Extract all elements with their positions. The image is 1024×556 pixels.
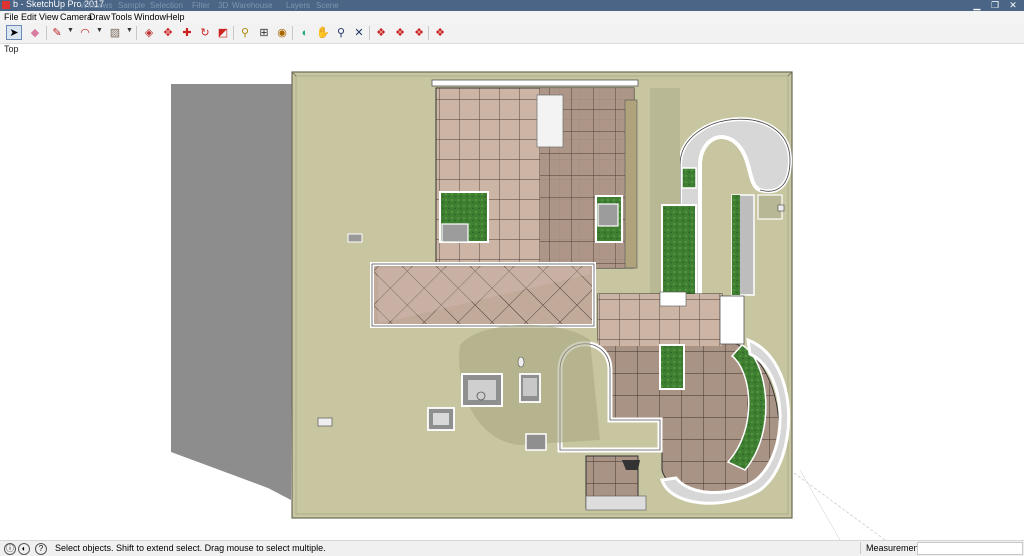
building-shadow xyxy=(171,84,293,500)
guide-line xyxy=(789,469,886,540)
floor-plan-drawing[interactable] xyxy=(0,44,1024,540)
status-bar: ⓘ ◐ ? Select objects. Shift to extend se… xyxy=(0,540,1024,556)
offset-tool-icon[interactable]: ◩ xyxy=(216,26,230,40)
measurements-field[interactable] xyxy=(917,542,1023,555)
push-pull-tool-icon[interactable]: ◈ xyxy=(142,26,156,40)
pan-tool-icon[interactable]: ✋ xyxy=(316,26,330,40)
status-hint: Select objects. Shift to extend select. … xyxy=(55,543,326,553)
stair xyxy=(585,495,647,511)
user-icon[interactable]: ? xyxy=(35,543,47,555)
menu-window[interactable]: Window xyxy=(134,11,166,23)
close-button[interactable]: ✕ xyxy=(1006,0,1020,10)
extension-warehouse-tool-icon[interactable]: ❖ xyxy=(393,26,407,40)
layout-tool-icon[interactable]: ❖ xyxy=(412,26,426,40)
lamp-post xyxy=(517,356,525,368)
arc-tool-icon[interactable]: ◠ xyxy=(78,26,92,40)
small-fixture xyxy=(347,233,363,243)
planter xyxy=(661,204,697,296)
line-tool-dropdown-icon[interactable]: ▼ xyxy=(67,27,74,34)
ghost-menu-item: Selection xyxy=(150,1,183,10)
select-tool-icon[interactable]: ➤ xyxy=(6,25,22,40)
dimension-tool-icon[interactable]: ⊞ xyxy=(257,26,271,40)
geo-location-icon[interactable]: ⓘ xyxy=(4,543,16,555)
line-tool-icon[interactable]: ✎ xyxy=(50,26,64,40)
column xyxy=(536,94,564,148)
arc-tool-dropdown-icon[interactable]: ▼ xyxy=(96,27,103,34)
menu-edit[interactable]: Edit xyxy=(21,11,37,23)
north-wall xyxy=(431,79,639,87)
ghost-menu-item: Scene xyxy=(316,1,339,10)
scale-tool-icon[interactable]: ↻ xyxy=(198,26,212,40)
wall-section xyxy=(624,99,638,269)
shape-tool-dropdown-icon[interactable]: ▼ xyxy=(126,27,133,34)
orbit-tool-icon[interactable]: ◐ xyxy=(298,26,312,40)
shape-tool-icon[interactable]: ▨ xyxy=(108,26,122,40)
menu-bar: File Edit View Camera Draw Tools Window … xyxy=(0,11,1024,23)
zoom-extents-tool-icon[interactable]: ✕ xyxy=(352,26,366,40)
paint-bucket-tool-icon[interactable]: ◉ xyxy=(275,26,289,40)
small-fixture xyxy=(317,417,333,427)
extension-manager-tool-icon[interactable]: ❖ xyxy=(433,26,447,40)
menu-draw[interactable]: Draw xyxy=(89,11,110,23)
maximize-button[interactable]: ❐ xyxy=(988,0,1002,10)
eraser-tool-icon[interactable]: ◆ xyxy=(28,26,42,40)
ghost-menu-item: Windows xyxy=(80,1,113,10)
guide-line xyxy=(799,469,841,540)
title-bar: b - SketchUp Pro 2017 Windows Sample Sel… xyxy=(0,0,1024,11)
minimize-button[interactable]: ▁ xyxy=(970,0,984,10)
vent-box xyxy=(525,433,547,451)
ghost-menu-item: 3D xyxy=(218,1,229,10)
ghost-menu-item: Filter xyxy=(192,1,210,10)
sketchup-app-icon[interactable] xyxy=(2,1,10,9)
planter xyxy=(681,167,697,189)
planter xyxy=(659,344,685,390)
zoom-tool-icon[interactable]: ⚲ xyxy=(334,26,348,40)
model-viewport[interactable]: Top xyxy=(0,44,1024,540)
toolbar: ➤ ◆ ✎ ▼ ◠ ▼ ▨ ▼ ◈ ✥ ✚ ↻ ◩ ⚲ ⊞ ◉ ◐ ✋ ⚲ ✕ … xyxy=(0,23,1024,44)
ghost-menu-item: Layers xyxy=(286,1,311,10)
credits-icon[interactable]: ◐ xyxy=(18,543,30,555)
menu-camera[interactable]: Camera xyxy=(60,11,92,23)
tape-measure-tool-icon[interactable]: ⚲ xyxy=(238,26,252,40)
3d-warehouse-tool-icon[interactable]: ❖ xyxy=(374,26,388,40)
menu-file[interactable]: File xyxy=(4,11,19,23)
rotate-tool-icon[interactable]: ✚ xyxy=(180,26,194,40)
menu-tools[interactable]: Tools xyxy=(111,11,132,23)
ghost-menu-item: Sample xyxy=(118,1,146,10)
menu-help[interactable]: Help xyxy=(166,11,185,23)
column xyxy=(719,295,745,345)
menu-view[interactable]: View xyxy=(39,11,58,23)
move-tool-icon[interactable]: ✥ xyxy=(161,26,175,40)
ghost-menu-item: Warehouse xyxy=(232,1,273,10)
planter-tray xyxy=(441,223,469,243)
